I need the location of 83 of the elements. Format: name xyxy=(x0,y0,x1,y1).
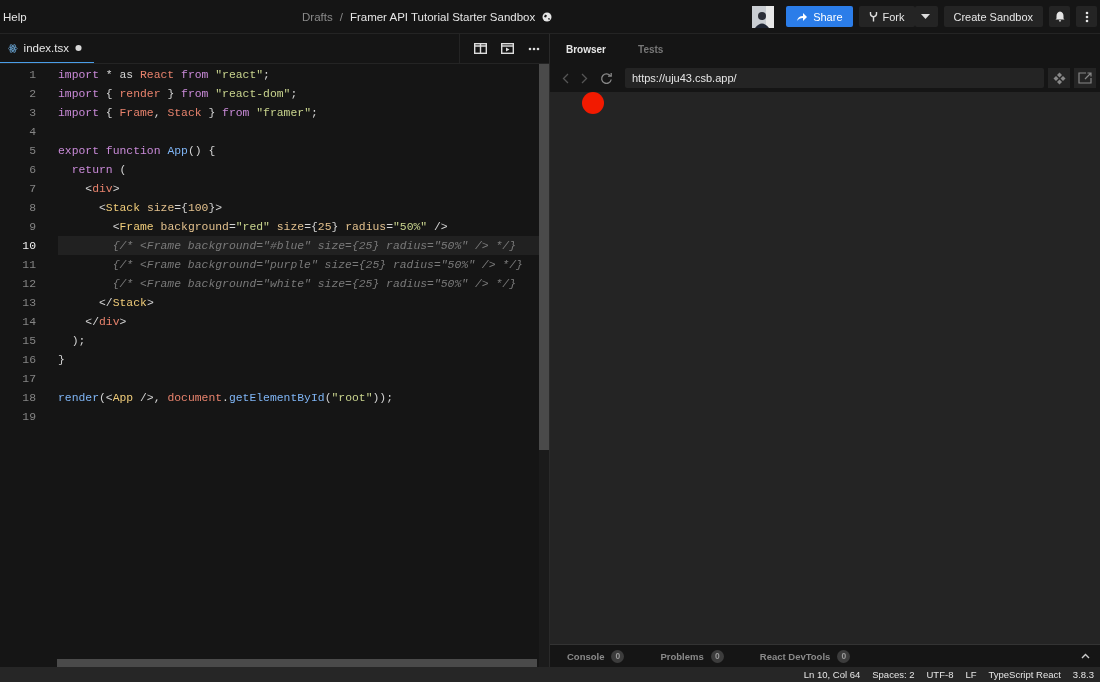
code-line: {/* <Frame background="white" size={25} radius="50%" /> */} xyxy=(111,277,516,290)
back-icon[interactable] xyxy=(562,72,569,84)
line-number: 17 xyxy=(21,372,36,385)
file-name: index.tsx xyxy=(23,42,69,54)
horizontal-scrollbar[interactable] xyxy=(57,659,537,667)
line-number: 8 xyxy=(28,201,36,214)
share-arrow-icon xyxy=(796,11,809,22)
more-icon xyxy=(1084,10,1089,23)
bell-icon xyxy=(1054,11,1065,22)
caret-icon xyxy=(920,14,930,19)
line-number: 5 xyxy=(28,144,36,157)
forward-icon[interactable] xyxy=(581,72,588,84)
line-number: 4 xyxy=(28,125,36,138)
line-number: 19 xyxy=(21,410,36,423)
line-number: 14 xyxy=(21,315,36,328)
code-line: {/* <Frame background="purple" size={25} radius="50%" /> */} xyxy=(111,258,523,271)
code-line: <Frame background="red" size={25} radius="50%" /> xyxy=(111,220,448,233)
breadcrumb-separator: / xyxy=(339,10,343,23)
line-number: 1 xyxy=(28,68,36,81)
panel-tab[interactable]: React DevTools xyxy=(759,650,831,662)
line-number: 3 xyxy=(28,106,36,119)
count-badge: 0 xyxy=(837,649,851,663)
line-number: 16 xyxy=(21,353,36,366)
help-menu[interactable]: Help xyxy=(3,10,27,23)
line-number: 6 xyxy=(28,163,36,176)
status-item[interactable]: LF xyxy=(965,669,977,680)
create-sandbox-button[interactable]: Create Sandbox xyxy=(943,6,1043,27)
split-view-icon[interactable] xyxy=(474,43,487,54)
line-number: 13 xyxy=(21,296,36,309)
external-link-icon xyxy=(1078,72,1092,84)
line-number: 18 xyxy=(21,391,36,404)
code-line: </Stack> xyxy=(98,296,154,309)
file-tab[interactable]: index.tsx xyxy=(0,34,94,63)
status-item[interactable]: Spaces: 2 xyxy=(872,669,915,680)
notifications-button[interactable] xyxy=(1049,6,1070,27)
more-button[interactable] xyxy=(1076,6,1097,27)
status-item[interactable]: Ln 10, Col 64 xyxy=(803,669,861,680)
line-number: 11 xyxy=(21,258,36,271)
open-new-window-button[interactable] xyxy=(1074,68,1096,88)
fork-dropdown-button[interactable] xyxy=(914,6,938,27)
preview-tab[interactable]: Browser xyxy=(550,43,622,55)
status-item[interactable]: 3.8.3 xyxy=(1072,669,1094,680)
count-badge: 0 xyxy=(710,649,724,663)
code-line: import * as React from "react"; xyxy=(58,68,270,81)
status-item[interactable]: UTF-8 xyxy=(926,669,954,680)
responsive-button[interactable] xyxy=(1048,68,1070,88)
line-number: 9 xyxy=(28,220,36,233)
diamonds-icon xyxy=(1052,71,1066,85)
preview-tab[interactable]: Tests xyxy=(622,43,680,55)
share-button[interactable]: Share xyxy=(786,6,853,27)
code-line: return ( xyxy=(70,163,127,176)
fork-button[interactable]: Fork xyxy=(858,6,915,27)
reload-icon[interactable] xyxy=(600,71,613,85)
code-line: ); xyxy=(70,334,86,347)
react-icon xyxy=(8,42,18,54)
code-line: import { render } from "react-dom"; xyxy=(58,87,298,100)
line-number: 7 xyxy=(28,182,36,195)
vertical-scrollbar[interactable] xyxy=(539,64,549,667)
line-number: 12 xyxy=(21,277,36,290)
preview-icon[interactable] xyxy=(501,43,514,54)
code-line: <Stack size={100}> xyxy=(98,201,223,214)
code-line: {/* <Frame background="#blue" size={25} radius="50%" /> */} xyxy=(111,239,516,252)
globe-icon xyxy=(542,11,553,22)
address-field[interactable]: https://uju43.csb.app/ xyxy=(625,68,1044,88)
panel-tab[interactable]: Problems xyxy=(660,650,704,662)
fork-icon xyxy=(868,11,878,22)
sandbox-title[interactable]: Framer API Tutorial Starter Sandbox xyxy=(349,10,536,23)
code-line: render(<App />, document.getElementById("root")); xyxy=(58,391,393,404)
count-badge: 0 xyxy=(611,649,625,663)
code-line: } xyxy=(58,353,65,366)
status-item[interactable]: TypeScript React xyxy=(988,669,1061,680)
line-number: 10 xyxy=(21,239,36,252)
code-line: import { Frame, Stack } from "framer"; xyxy=(58,106,318,119)
breadcrumb-link[interactable]: Drafts xyxy=(302,10,333,23)
line-number: 2 xyxy=(28,87,36,100)
panel-tab[interactable]: Console xyxy=(567,650,605,662)
circle-frame xyxy=(582,92,604,114)
chevron-up-icon[interactable] xyxy=(1081,653,1090,659)
code-line: </div> xyxy=(84,315,127,328)
code-line: <div> xyxy=(84,182,120,195)
more-icon[interactable] xyxy=(528,46,540,51)
code-line: export function App() { xyxy=(58,144,216,157)
line-number: 15 xyxy=(21,334,36,347)
